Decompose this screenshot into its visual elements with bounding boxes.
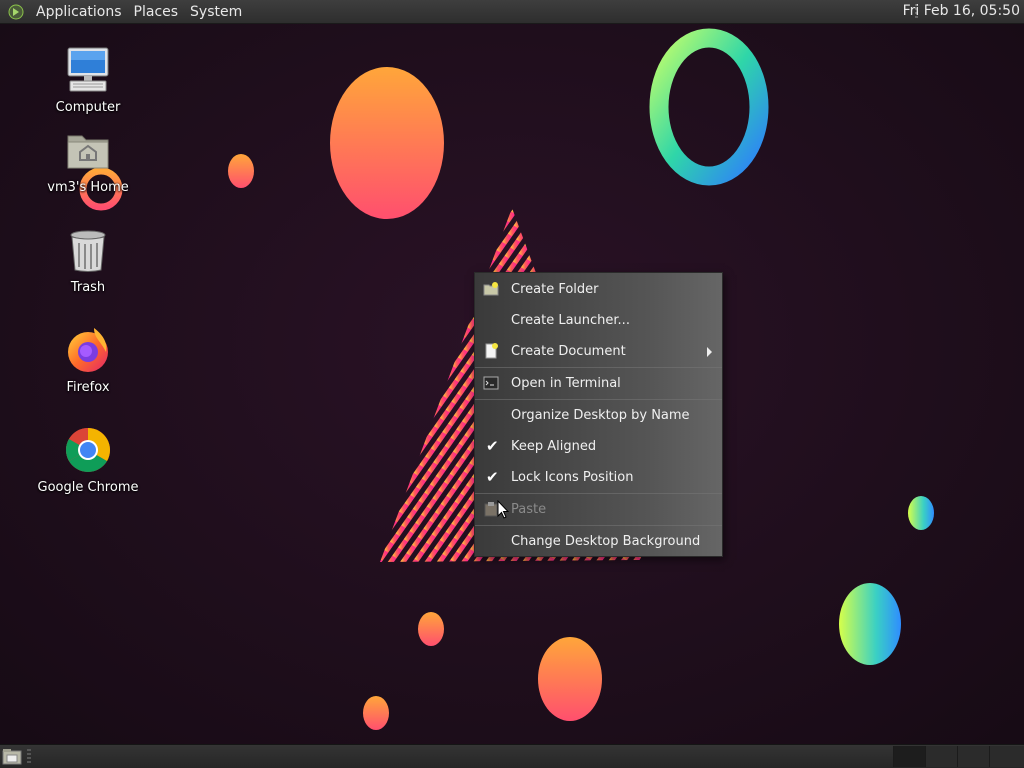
desktop-icon-label: Firefox: [66, 380, 110, 395]
menu-item-label: Create Folder: [511, 282, 599, 297]
computer-icon: [67, 47, 109, 92]
mate-logo-icon[interactable]: [8, 4, 24, 20]
checkmark-icon: ✔: [486, 437, 499, 455]
menu-item-label: Lock Icons Position: [511, 470, 634, 485]
top-panel: Applications Places System Fri Feb 16, 0…: [0, 0, 1024, 24]
desktop-icon-home[interactable]: vm3's Home: [28, 126, 148, 195]
desktop-icon-chrome[interactable]: Google Chrome: [28, 426, 148, 495]
desktop-icon-computer[interactable]: Computer: [28, 46, 148, 115]
panel-handle[interactable]: [27, 749, 31, 763]
firefox-icon: [68, 328, 108, 372]
workspace-2[interactable]: [925, 746, 957, 767]
desktop-icon-label: Google Chrome: [37, 480, 139, 495]
document-new-icon: [485, 343, 498, 359]
menu-item-lock-icons[interactable]: ✔ Lock Icons Position: [475, 462, 722, 493]
menu-item-paste: Paste: [475, 494, 722, 525]
menu-item-label: Organize Desktop by Name: [511, 408, 690, 423]
bottom-panel: [0, 744, 1024, 768]
menu-item-label: Create Document: [511, 344, 626, 359]
desktop-icon-firefox[interactable]: Firefox: [28, 326, 148, 395]
workspace-4[interactable]: [989, 746, 1024, 767]
system-menu[interactable]: System: [184, 4, 248, 20]
menu-item-label: Create Launcher...: [511, 313, 630, 328]
applications-menu[interactable]: Applications: [30, 4, 128, 20]
menu-item-label: Paste: [511, 502, 547, 517]
menu-item-label: Keep Aligned: [511, 439, 597, 454]
menu-item-organize-desktop[interactable]: Organize Desktop by Name: [475, 400, 722, 431]
workspace-1[interactable]: [893, 746, 925, 767]
desktop-context-menu: Create Folder Create Launcher... Create …: [474, 272, 723, 557]
workspace-3[interactable]: [957, 746, 989, 767]
folder-new-icon: [483, 282, 499, 296]
menu-item-keep-aligned[interactable]: ✔ Keep Aligned: [475, 431, 722, 462]
menu-item-create-folder[interactable]: Create Folder: [475, 274, 722, 305]
menu-item-create-document[interactable]: Create Document: [475, 336, 722, 367]
desktop-icon-label: Computer: [55, 100, 121, 115]
terminal-icon: [483, 376, 499, 390]
menu-item-label: Open in Terminal: [511, 376, 621, 391]
menu-item-open-terminal[interactable]: Open in Terminal: [475, 368, 722, 399]
submenu-arrow-icon: [707, 347, 712, 357]
checkmark-icon: ✔: [486, 468, 499, 486]
menu-item-change-background[interactable]: Change Desktop Background: [475, 526, 722, 557]
clock[interactable]: Fri Feb 16, 05:50: [903, 3, 1020, 19]
places-menu[interactable]: Places: [128, 4, 185, 20]
desktop-icon-label: Trash: [70, 280, 106, 295]
trash-icon: [70, 230, 106, 272]
show-desktop-icon[interactable]: [2, 748, 22, 766]
mouse-cursor-icon: [497, 500, 509, 519]
desktop-icon-trash[interactable]: Trash: [28, 226, 148, 295]
chrome-icon: [66, 428, 110, 472]
home-folder-icon: [67, 135, 109, 169]
menu-item-label: Change Desktop Background: [511, 534, 701, 549]
desktop-icon-label: vm3's Home: [47, 180, 129, 195]
menu-item-create-launcher[interactable]: Create Launcher...: [475, 305, 722, 336]
